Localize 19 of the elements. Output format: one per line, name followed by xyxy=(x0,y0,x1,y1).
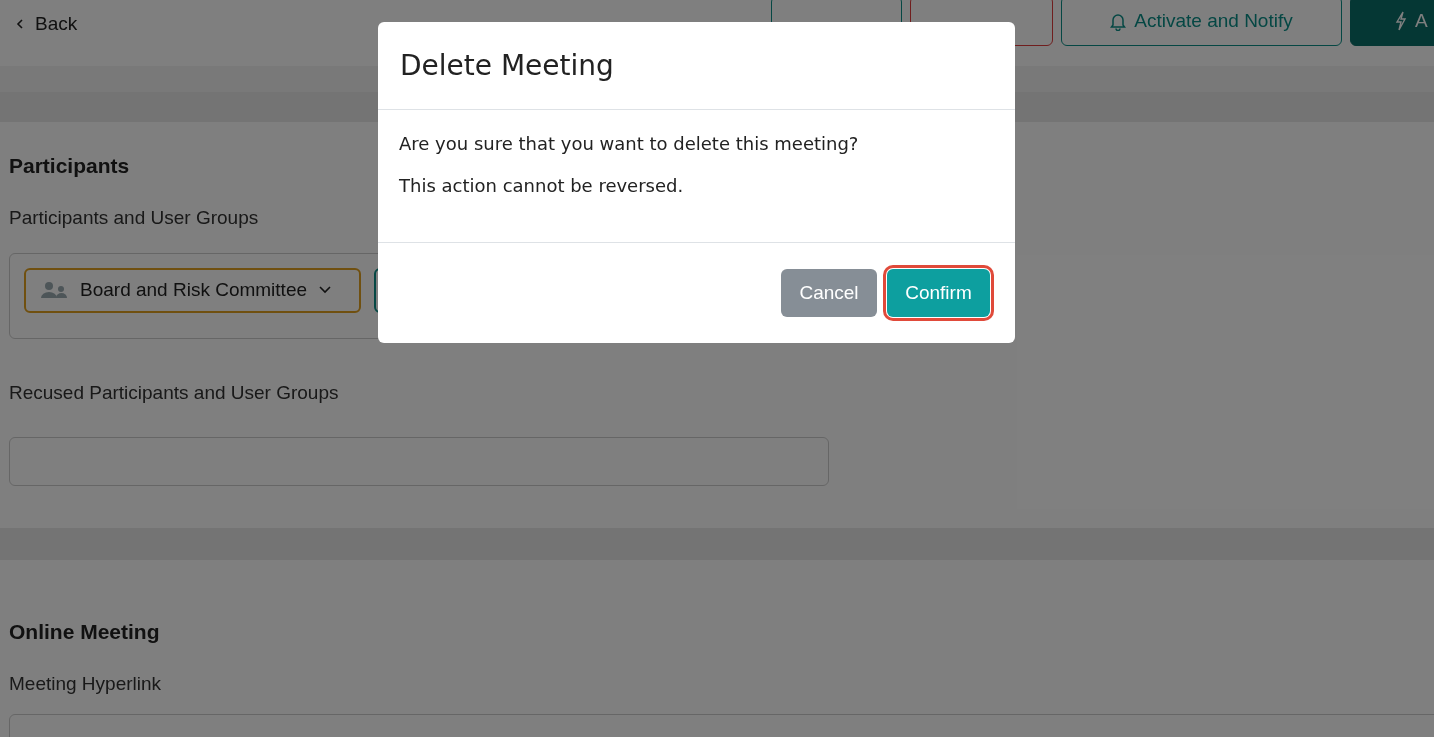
field-label: Recused Participants and User Groups xyxy=(9,380,340,405)
participant-chip[interactable]: Board and Risk Committee xyxy=(24,267,361,313)
section-title: Participants xyxy=(9,153,131,176)
dialog-title: Delete Meeting xyxy=(400,47,614,84)
activate-notify-button[interactable]: Activate and Notify xyxy=(1061,0,1342,46)
back-link[interactable]: Back xyxy=(16,10,78,39)
chevron-left-icon xyxy=(16,18,25,31)
cancel-button[interactable]: Cancel xyxy=(781,269,877,317)
lightning-icon xyxy=(1395,11,1407,31)
field-label: Meeting Hyperlink xyxy=(9,672,163,696)
activate-button[interactable]: A xyxy=(1350,0,1434,46)
recused-field[interactable] xyxy=(9,437,829,486)
section-title: Online Meeting xyxy=(9,619,161,642)
bell-icon xyxy=(1110,11,1127,31)
dialog-message: Are you sure that you want to delete this meeting? xyxy=(399,132,860,156)
dialog-message: This action cannot be reversed. xyxy=(399,174,685,198)
group-icon xyxy=(40,281,68,299)
chevron-down-icon xyxy=(319,286,332,294)
field-label: Participants and User Groups xyxy=(9,206,260,230)
